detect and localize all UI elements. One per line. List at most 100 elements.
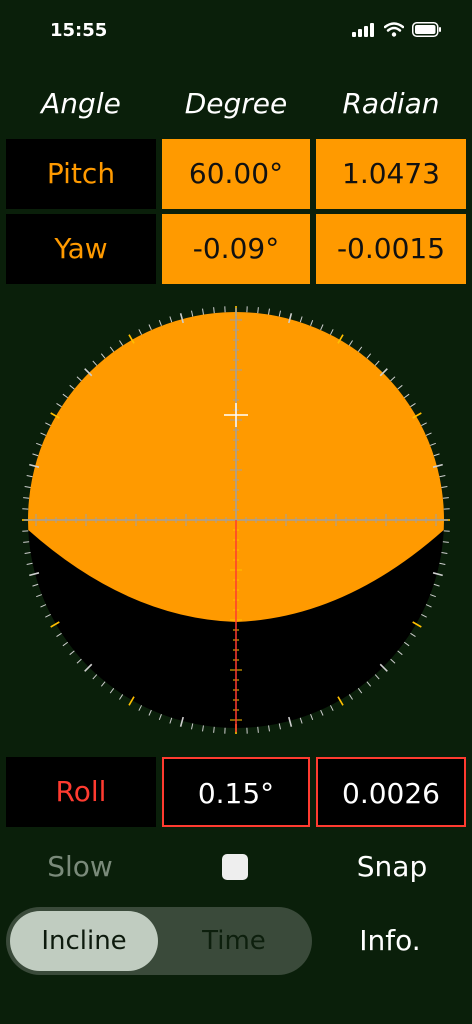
mode-option-incline[interactable]: Incline — [10, 911, 158, 971]
status-bar: 15:55 — [0, 0, 472, 64]
gauge-tick — [403, 393, 410, 399]
gauge-tick — [56, 632, 62, 637]
gauge-tick — [92, 674, 98, 680]
gauge-tick — [310, 320, 314, 326]
gauge-tick — [119, 694, 124, 700]
gauge-tick — [374, 674, 380, 680]
gauge-tick — [23, 497, 30, 499]
gauge-tick — [169, 717, 173, 724]
gauge-tick — [24, 552, 31, 554]
wifi-icon — [384, 22, 404, 37]
gauge-tick — [62, 393, 69, 399]
gauge-tick — [357, 346, 363, 353]
gauge-tick — [348, 694, 353, 700]
gauge-tick — [442, 541, 449, 543]
mode-segmented-control[interactable]: Incline Time — [6, 907, 312, 975]
gauge-tick — [32, 453, 39, 457]
yaw-label: Yaw — [6, 214, 156, 284]
gauge-tick — [45, 422, 51, 427]
gauge-tick — [397, 384, 403, 390]
gauge-tick — [76, 658, 82, 664]
gauge-tick — [109, 687, 115, 694]
gauge-tick — [76, 376, 82, 382]
gauge-tick — [425, 604, 432, 608]
snap-button[interactable]: Snap — [352, 847, 432, 887]
gauge-tick — [329, 329, 334, 335]
roll-label: Roll — [6, 757, 156, 827]
header-degree: Degree — [184, 87, 288, 120]
gauge-tick — [410, 632, 416, 637]
status-icons — [352, 22, 442, 37]
gauge-tick — [320, 709, 324, 716]
gauge-tick — [441, 552, 448, 554]
gauge-tick — [100, 353, 106, 359]
gauge-tick — [109, 346, 115, 353]
gauge-tick — [366, 681, 372, 687]
gauge-tick — [374, 360, 380, 366]
pitch-degree-value: 60.00° — [162, 139, 310, 209]
gauge-tick — [138, 329, 143, 335]
gauge-tick — [366, 353, 372, 359]
battery-icon — [412, 22, 441, 37]
header-radian: Radian — [342, 87, 440, 120]
gauge-tick — [23, 541, 30, 543]
header-angle: Angle — [41, 87, 121, 120]
roll-degree-value: 0.15° — [162, 757, 310, 827]
gauge-tick — [268, 308, 270, 315]
gauge-tick — [100, 681, 106, 687]
yaw-degree-value: -0.09° — [162, 214, 310, 284]
gauge-tick — [32, 583, 39, 587]
gauge-tick — [421, 422, 427, 427]
mode-option-time[interactable]: Time — [160, 911, 308, 971]
signal-icon — [352, 22, 374, 37]
inclinometer-gauge — [22, 306, 450, 734]
gauge-tick — [62, 641, 69, 647]
gauge-tick — [257, 726, 259, 733]
gauge-tick — [36, 442, 42, 446]
gauge-tick — [26, 562, 33, 565]
gauge-tick — [310, 714, 314, 720]
gauge-tick — [397, 650, 403, 656]
gauge-tick — [202, 308, 204, 315]
snap-checkbox[interactable] — [222, 854, 248, 880]
gauge-tick — [390, 658, 396, 664]
gauge-tick — [430, 442, 436, 446]
gauge-tick — [191, 723, 194, 730]
gauge-tick — [329, 705, 334, 711]
gauge-tick — [425, 432, 432, 436]
gauge-tick — [433, 583, 440, 587]
status-time: 15:55 — [50, 20, 108, 41]
gauge-tick — [410, 403, 416, 408]
info-button[interactable]: Info. — [340, 921, 440, 961]
gauge-tick — [213, 726, 215, 733]
gauge-tick — [441, 486, 448, 488]
gauge-tick — [439, 562, 446, 565]
gauge-tick — [348, 340, 353, 346]
gauge-tick — [148, 324, 152, 331]
gauge-tick — [390, 376, 396, 382]
gauge-tick — [119, 340, 124, 346]
gauge-tick — [403, 641, 410, 647]
gauge-tick — [433, 453, 440, 457]
gauge-tick — [268, 725, 270, 732]
gauge-tick — [69, 650, 75, 656]
gauge-tick — [430, 594, 436, 598]
pitch-radian-value: 1.0473 — [316, 139, 466, 209]
gauge-tick — [40, 604, 47, 608]
gauge-tick — [26, 475, 33, 478]
gauge-tick — [191, 310, 194, 317]
gauge-tick — [257, 307, 259, 314]
slow-toggle[interactable]: Slow — [40, 847, 120, 887]
gauge-tick — [158, 320, 162, 326]
gauge-tick — [56, 403, 62, 408]
gauge-tick — [169, 316, 173, 323]
gauge-tick — [213, 307, 215, 314]
yaw-radian-value: -0.0015 — [316, 214, 466, 284]
gauge-tick — [148, 709, 152, 716]
gauge-tick — [45, 613, 51, 618]
gauge-tick — [357, 687, 363, 694]
gauge-tick — [69, 384, 75, 390]
gauge-tick — [278, 310, 281, 317]
gauge-tick — [320, 324, 324, 331]
roll-radian-value: 0.0026 — [316, 757, 466, 827]
